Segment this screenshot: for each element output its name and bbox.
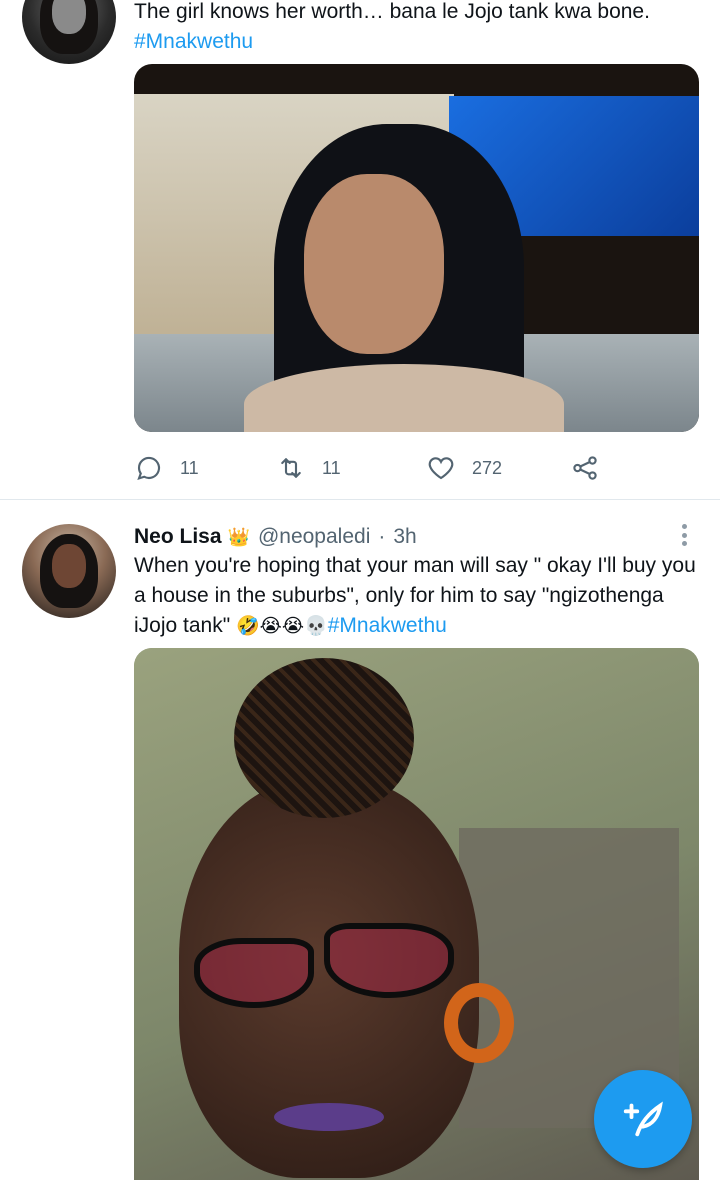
reply-icon [137, 456, 161, 481]
hashtag-link[interactable]: #Mnakwethu [134, 30, 253, 53]
tweet-header: Neo Lisa 👑 @neopaledi · 3h [134, 522, 417, 552]
heart-icon [428, 457, 454, 480]
like-button[interactable]: 272 [426, 450, 502, 486]
retweet-icon [281, 458, 301, 478]
tweet-photo[interactable] [134, 64, 699, 432]
reply-button[interactable]: 11 [134, 450, 199, 486]
retweet-count: 11 [322, 457, 341, 478]
avatar[interactable] [22, 0, 116, 64]
reply-count: 11 [180, 457, 199, 478]
avatar[interactable] [22, 524, 116, 618]
tweet-actions: 11 11 272 [134, 450, 614, 486]
emoji-sequence: 🤣😭😭💀 [236, 616, 328, 637]
retweet-button[interactable]: 11 [276, 450, 341, 486]
timestamp[interactable]: 3h [393, 522, 416, 552]
more-options-icon[interactable] [678, 520, 690, 550]
like-count: 272 [472, 457, 503, 478]
tweet[interactable]: Neo Lisa 👑 @neopaledi · 3h When you're h… [0, 500, 720, 1180]
hashtag-link[interactable]: #Mnakwethu [328, 614, 447, 637]
author-handle[interactable]: @neopaledi [258, 522, 370, 552]
tweet-text: When you're hoping that your man will sa… [134, 551, 696, 642]
compose-tweet-button[interactable] [594, 1070, 692, 1168]
tweet-text: The girl knows her worth… bana le Jojo t… [134, 0, 696, 57]
separator: · [378, 525, 386, 548]
share-icon [573, 456, 597, 480]
tweet[interactable]: The girl knows her worth… bana le Jojo t… [0, 0, 720, 500]
avatar-face [52, 544, 86, 588]
crown-icon: 👑 [227, 527, 250, 547]
avatar-face [52, 0, 86, 34]
tweet-body: The girl knows her worth… bana le Jojo t… [134, 0, 650, 23]
author-name[interactable]: Neo Lisa [134, 522, 222, 552]
compose-tweet-icon [623, 1101, 663, 1137]
share-button[interactable] [570, 450, 600, 486]
